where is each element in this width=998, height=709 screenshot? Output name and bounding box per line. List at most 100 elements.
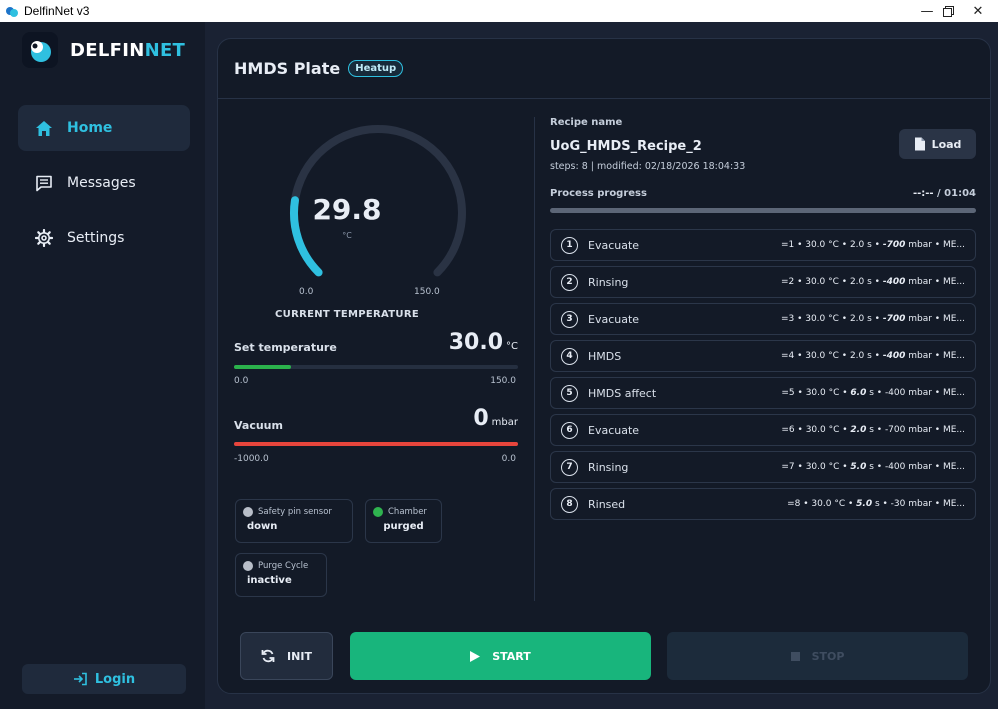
login-label: Login	[94, 671, 136, 687]
sidebar-item-settings[interactable]: Settings	[18, 215, 190, 261]
status-value: down	[247, 521, 278, 532]
login-icon	[73, 672, 88, 686]
step-name: Evacuate	[588, 238, 640, 252]
logo-icon	[22, 32, 58, 68]
chamber-status: Chamber purged	[365, 499, 442, 543]
recipe-name: UoG_HMDS_Recipe_2	[550, 139, 702, 154]
sidebar-item-label: Settings	[67, 230, 125, 246]
window-titlebar: DelfinNet v3 — ✕	[0, 0, 998, 22]
step-params: =4 • 30.0 °C • 2.0 s • -400 mbar • ME...	[780, 351, 965, 361]
sidebar-item-messages[interactable]: Messages	[18, 160, 190, 206]
recipe-step-row[interactable]: 4 HMDS =4 • 30.0 °C • 2.0 s • -400 mbar • …	[550, 340, 976, 372]
message-icon	[35, 174, 53, 192]
step-number: 4	[561, 347, 578, 365]
sidebar-item-label: Messages	[67, 175, 136, 191]
close-icon[interactable]: ✕	[960, 0, 996, 22]
step-number: 8	[561, 495, 578, 513]
status-dot	[243, 561, 253, 571]
process-progress-bar	[550, 208, 976, 213]
card-header: HMDS Plate Heatup	[218, 39, 990, 99]
status-label: Safety pin sensor	[258, 507, 332, 517]
recipe-meta: steps: 8 | modified: 02/18/2026 18:04:33	[550, 161, 746, 172]
set-temperature-bar	[234, 365, 518, 369]
gear-icon	[35, 229, 53, 247]
start-button[interactable]: START	[350, 632, 651, 680]
stop-label: STOP	[811, 649, 845, 663]
step-number: 5	[561, 384, 578, 402]
brand: DELFINNET	[22, 32, 185, 68]
current-temperature-value: 29.8	[312, 193, 382, 226]
step-number: 6	[561, 421, 578, 439]
set-temperature-value: 30.0 °C	[448, 330, 518, 355]
sidebar: DELFINNET Home Messages Settings Login	[0, 22, 205, 709]
recipe-name-label: Recipe name	[550, 117, 623, 128]
current-temperature-unit: °C	[342, 231, 352, 240]
gauge-max-label: 150.0	[414, 287, 440, 297]
step-params: =5 • 30.0 °C • 6.0 s • -400 mbar • ME...	[781, 388, 965, 398]
refresh-icon	[261, 649, 275, 663]
play-icon	[470, 650, 481, 662]
home-icon	[35, 119, 53, 137]
status-dot	[243, 507, 253, 517]
recipe-step-row[interactable]: 8 Rinsed =8 • 30.0 °C • 5.0 s • -30 mbar •…	[550, 488, 976, 520]
app-area: DELFINNET Home Messages Settings Login H…	[0, 22, 998, 709]
step-number: 2	[561, 273, 578, 291]
step-name: Rinsing	[588, 275, 629, 289]
step-name: Evacuate	[588, 423, 640, 437]
step-params: =7 • 30.0 °C • 5.0 s • -400 mbar • ME...	[781, 462, 965, 472]
init-label: INIT	[287, 649, 312, 663]
vacuum-min: -1000.0	[234, 454, 269, 464]
step-params: =6 • 30.0 °C • 2.0 s • -700 mbar • ME...	[781, 425, 965, 435]
status-label: Purge Cycle	[258, 561, 309, 571]
recipe-step-row[interactable]: 2 Rinsing =2 • 30.0 °C • 2.0 s • -400 mbar…	[550, 266, 976, 298]
sidebar-item-home[interactable]: Home	[18, 105, 190, 151]
step-params: =1 • 30.0 °C • 2.0 s • -700 mbar • ME...	[780, 240, 965, 250]
status-label: Chamber	[388, 507, 427, 517]
recipe-step-row[interactable]: 7 Rinsing =7 • 30.0 °C • 5.0 s • -400 mbar…	[550, 451, 976, 483]
vacuum-max: 0.0	[501, 454, 516, 464]
step-number: 7	[561, 458, 578, 476]
vacuum-value: 0 mbar	[473, 406, 518, 431]
brand-name: DELFINNET	[70, 39, 186, 61]
step-params: =3 • 30.0 °C • 2.0 s • -700 mbar • ME...	[780, 314, 965, 324]
stop-icon	[790, 651, 800, 661]
safety-pin-status: Safety pin sensor down	[235, 499, 353, 543]
step-name: Rinsed	[588, 497, 626, 511]
page-title: HMDS Plate	[234, 59, 341, 78]
recipe-step-row[interactable]: 5 HMDS affect =5 • 30.0 °C • 6.0 s • -400 …	[550, 377, 976, 409]
vacuum-bar-fill	[234, 442, 518, 446]
dolphin-icon	[5, 4, 19, 18]
step-name: HMDS	[588, 349, 622, 363]
vacuum-bar	[234, 442, 518, 446]
recipe-step-row[interactable]: 1 Evacuate =1 • 30.0 °C • 2.0 s • -700 mba…	[550, 229, 976, 261]
step-name: Evacuate	[588, 312, 640, 326]
gauge-min-label: 0.0	[299, 287, 314, 297]
step-name: Rinsing	[588, 460, 629, 474]
progress-time: --:-- / 01:04	[912, 188, 976, 199]
window-title: DelfinNet v3	[24, 4, 90, 18]
stop-button[interactable]: STOP	[667, 632, 968, 680]
progress-label: Process progress	[550, 188, 647, 199]
step-number: 3	[561, 310, 578, 328]
column-divider	[534, 117, 535, 601]
step-params: =2 • 30.0 °C • 2.0 s • -400 mbar • ME...	[780, 277, 965, 287]
file-load-icon	[914, 137, 926, 151]
step-name: HMDS affect	[588, 386, 657, 400]
step-params: =8 • 30.0 °C • 5.0 s • -30 mbar • ME...	[787, 499, 965, 509]
set-temperature-min: 0.0	[234, 376, 249, 386]
start-label: START	[492, 649, 531, 663]
status-badge: Heatup	[348, 60, 404, 77]
gauge-caption: CURRENT TEMPERATURE	[275, 309, 419, 320]
recipe-step-row[interactable]: 3 Evacuate =3 • 30.0 °C • 2.0 s • -700 mba…	[550, 303, 976, 335]
set-temperature-bar-fill	[234, 365, 291, 369]
status-value: inactive	[247, 575, 292, 586]
init-button[interactable]: INIT	[240, 632, 333, 680]
load-label: Load	[931, 137, 962, 151]
status-value: purged	[383, 521, 424, 532]
purge-cycle-status: Purge Cycle inactive	[235, 553, 327, 597]
set-temperature-max: 150.0	[490, 376, 516, 386]
login-button[interactable]: Login	[22, 664, 186, 694]
main-card: HMDS Plate Heatup 29.8 °C 0.0 150.0 CURR…	[217, 38, 991, 694]
recipe-step-row[interactable]: 6 Evacuate =6 • 30.0 °C • 2.0 s • -700 mba…	[550, 414, 976, 446]
load-button[interactable]: Load	[899, 129, 976, 159]
